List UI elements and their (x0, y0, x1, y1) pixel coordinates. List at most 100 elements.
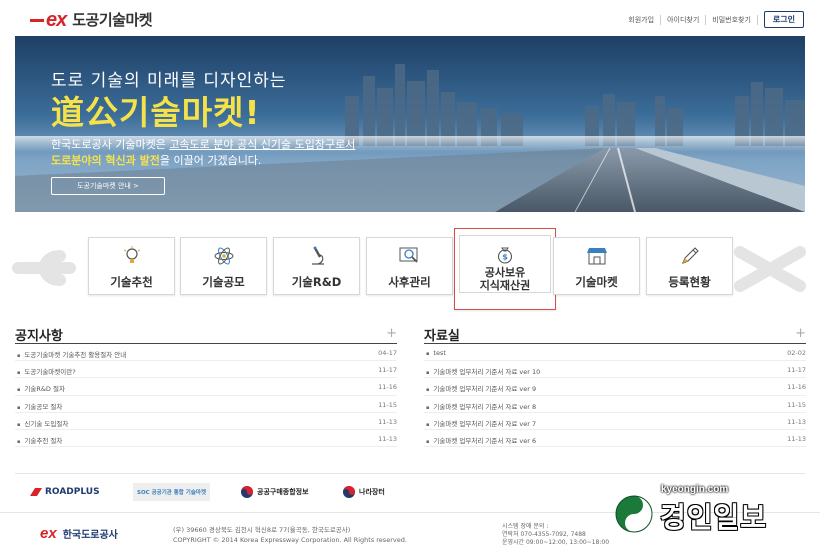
list-item[interactable]: 기술마켓 업무처리 기준서 자료 ver 7 11-13 (424, 413, 806, 430)
menu-label-line1: 공사보유 (484, 266, 526, 279)
archive-board: 자료실 + test 02-02 기술마켓 업무처리 기준서 자료 ver 10 1… (424, 324, 806, 448)
partner-roadplus[interactable]: ROADPLUS (29, 483, 100, 501)
archive-header: 자료실 + (424, 324, 806, 344)
item-date: 11-16 (787, 383, 806, 392)
partner-soc[interactable]: SOC 공공기관 통합 기술마켓 (133, 483, 211, 501)
top-links: 회원가입 아이디찾기 비밀번호찾기 로그인 (622, 11, 804, 28)
item-title: 기술마켓 업무처리 기준서 자료 ver 6 (426, 435, 536, 445)
site-logo[interactable]: ex 도공기술마켓 (30, 9, 153, 30)
menu-label: 기술추천 (110, 275, 153, 289)
item-title: 기술마켓 업무처리 기준서 자료 ver 10 (426, 366, 540, 376)
news-watermark: kyeongin.com 경인일보 (612, 482, 812, 552)
footer-contact: 시스템 장애 문의 : 연락처 070-4355-7092, 7488 운영시간… (502, 523, 609, 547)
menu-tech-rnd[interactable]: 기술R&D (273, 237, 360, 295)
menu-registration-status[interactable]: 등록현황 (646, 237, 733, 295)
archive-more-button[interactable]: + (795, 326, 806, 341)
find-password-link[interactable]: 비밀번호찾기 (706, 14, 758, 25)
roadplus-logo-icon (30, 488, 42, 496)
list-item[interactable]: 신기술 도입절차 11-13 (15, 413, 397, 430)
notice-title: 공지사항 (15, 329, 63, 344)
taegeuk-logo-icon (241, 486, 253, 498)
partner-public-procurement[interactable]: 공공구매종합정보 (240, 483, 309, 501)
list-item[interactable]: 도공기술마켓 기술추천 활용절차 안내 04-17 (15, 344, 397, 362)
item-date: 11-13 (787, 417, 806, 426)
menu-follow-up[interactable]: 사후관리 (366, 237, 453, 295)
item-date: 11-17 (787, 366, 806, 375)
item-date: 11-13 (787, 434, 806, 443)
menu-ip-rights-card: $ 공사보유 지식재산권 (459, 235, 551, 293)
item-title: 기술마켓 업무처리 기준서 자료 ver 7 (426, 418, 536, 428)
partner-name: 공공구매종합정보 (257, 488, 309, 496)
menu-tech-contest[interactable]: 기술공모 (180, 237, 267, 295)
login-button[interactable]: 로그인 (763, 11, 804, 28)
item-title: 기술공모 절차 (17, 401, 62, 411)
item-date: 11-13 (378, 417, 397, 426)
item-title: 기술추천 절차 (17, 435, 62, 445)
banner-desc-underlined: 고속도로 분야 공식 신기술 도입창구로서 (169, 138, 356, 151)
menu-label: 등록현황 (668, 275, 711, 289)
list-item[interactable]: 기술마켓 업무처리 기준서 자료 ver 10 11-17 (424, 361, 806, 379)
copyright-line: COPYRIGHT © 2014 Korea Expressway Corpor… (173, 536, 407, 544)
list-item[interactable]: 기술공모 절차 11-15 (15, 396, 397, 413)
signup-link[interactable]: 회원가입 (622, 14, 662, 25)
list-item[interactable]: 기술추천 절차 11-13 (15, 430, 397, 448)
menu-tech-recommend[interactable]: 기술추천 (88, 237, 175, 295)
list-item[interactable]: 기술R&D 절차 11-16 (15, 378, 397, 396)
quick-menu: 기술추천 기술공모 기술R&D 사후관리 $ 공사보유 지식재산권 기술마켓 등… (0, 226, 820, 316)
menu-label-line2: 지식재산권 (479, 279, 531, 292)
menu-label: 기술마켓 (575, 275, 618, 289)
atom-icon (214, 247, 233, 265)
partner-name: ROADPLUS (45, 487, 100, 497)
archive-title: 자료실 (424, 329, 460, 344)
partner-name: 나라장터 (359, 488, 385, 496)
item-title: 도공기술마켓이란? (17, 366, 75, 376)
item-date: 11-13 (378, 434, 397, 443)
find-id-link[interactable]: 아이디찾기 (661, 14, 707, 25)
footer-ex-mark: ex (40, 525, 57, 542)
partner-narajangteo[interactable]: 나라장터 (342, 483, 385, 501)
item-title: 신기술 도입절차 (17, 418, 68, 428)
list-item[interactable]: 기술마켓 업무처리 기준서 자료 ver 9 11-16 (424, 378, 806, 396)
watermark-url: kyeongin.com (661, 484, 729, 495)
list-item[interactable]: 도공기술마켓이란? 11-17 (15, 361, 397, 379)
item-title: 기술마켓 업무처리 기준서 자료 ver 9 (426, 383, 536, 393)
menu-label: 기술R&D (291, 275, 342, 289)
menu-label: 사후관리 (388, 275, 431, 289)
address-line: (우) 39660 경상북도 김천시 혁신8로 77(율곡동, 한국도로공사) (173, 526, 351, 534)
banner-desc-suffix: 을 이끌어 가겠습니다. (159, 154, 262, 167)
lightbulb-icon (123, 246, 140, 263)
list-item[interactable]: 기술마켓 업무처리 기준서 자료 ver 6 11-13 (424, 430, 806, 448)
market-guide-button[interactable]: 도공기술마켓 안내 > (51, 177, 165, 195)
footer-address: (우) 39660 경상북도 김천시 혁신8로 77(율곡동, 한국도로공사) … (173, 525, 407, 545)
site-name: 도공기술마켓 (72, 11, 153, 29)
list-item[interactable]: 기술마켓 업무처리 기준서 자료 ver 8 11-15 (424, 396, 806, 413)
banner-desc-prefix: 한국도로공사 기술마켓은 (51, 138, 170, 151)
item-date: 11-15 (378, 400, 397, 409)
hero-banner: 도로 기술의 미래를 디자인하는 道公기술마켓! 한국도로공사 기술마켓은 고속… (15, 36, 805, 212)
menu-ip-rights[interactable]: $ 공사보유 지식재산권 (454, 228, 556, 310)
menu-label: 기술공모 (202, 275, 245, 289)
footer-company-name: 한국도로공사 (62, 530, 118, 541)
microscope-icon (311, 246, 324, 265)
banner-desc-highlight: 도로분야의 혁신과 발전 (51, 154, 160, 167)
menu-label: 공사보유 지식재산권 (460, 266, 550, 292)
ex-logo-mark: ex (30, 10, 67, 30)
list-item[interactable]: test 02-02 (424, 344, 806, 362)
svg-text:$: $ (502, 253, 508, 262)
contact-line: 운영시간 09:00~12:00, 13:00~18:00 (502, 539, 610, 546)
item-date: 11-15 (787, 400, 806, 409)
item-title: 기술R&D 절차 (17, 383, 65, 393)
money-bag-icon: $ (497, 247, 513, 264)
item-date: 04-17 (378, 349, 397, 357)
partner-name: SOC 공공기관 통합 기술마켓 (137, 490, 207, 496)
item-date: 11-17 (378, 366, 397, 375)
magnifier-icon (399, 247, 418, 263)
item-date: 02-02 (787, 349, 806, 357)
notice-more-button[interactable]: + (386, 326, 397, 341)
item-date: 11-16 (378, 383, 397, 392)
item-title: 기술마켓 업무처리 기준서 자료 ver 8 (426, 401, 536, 411)
kyeongin-logo-icon (615, 495, 653, 533)
menu-tech-market[interactable]: 기술마켓 (553, 237, 640, 295)
banner-description-line2: 도로분야의 혁신과 발전을 이끌어 가겠습니다. (51, 152, 261, 168)
pencil-icon (681, 247, 699, 264)
